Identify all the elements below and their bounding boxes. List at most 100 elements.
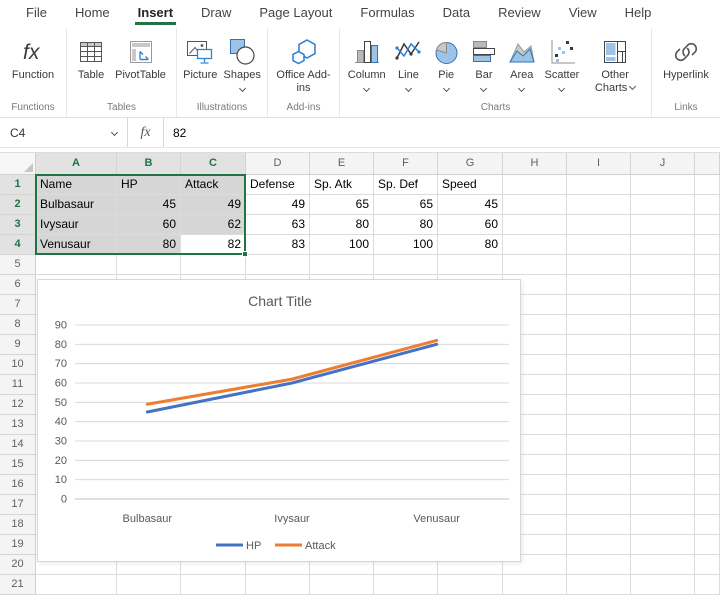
cell-H1[interactable] xyxy=(503,175,567,195)
column-button[interactable]: Column xyxy=(348,35,386,91)
tab-review[interactable]: Review xyxy=(484,0,555,28)
cell-I14[interactable] xyxy=(567,435,631,455)
column-header-partial[interactable] xyxy=(695,152,720,175)
cell-I9[interactable] xyxy=(567,335,631,355)
cell-D21[interactable] xyxy=(246,575,310,595)
cell-F4[interactable]: 100 xyxy=(374,235,438,255)
cell-A1[interactable]: Name xyxy=(36,175,117,195)
cell-J15[interactable] xyxy=(631,455,695,475)
cell-A2[interactable]: Bulbasaur xyxy=(36,195,117,215)
cell-E3[interactable]: 80 xyxy=(310,215,374,235)
cell-x4[interactable] xyxy=(695,235,720,255)
function-button[interactable]: fxFunction xyxy=(12,35,54,82)
cell-I21[interactable] xyxy=(567,575,631,595)
cell-J4[interactable] xyxy=(631,235,695,255)
row-header-1[interactable]: 1 xyxy=(0,175,36,195)
cell-x1[interactable] xyxy=(695,175,720,195)
select-all-corner[interactable] xyxy=(0,152,36,175)
cell-C3[interactable]: 62 xyxy=(181,215,246,235)
cell-G21[interactable] xyxy=(438,575,503,595)
row-header-6[interactable]: 6 xyxy=(0,275,36,295)
cell-I6[interactable] xyxy=(567,275,631,295)
row-header-11[interactable]: 11 xyxy=(0,375,36,395)
cell-G4[interactable]: 80 xyxy=(438,235,503,255)
cell-A3[interactable]: Ivysaur xyxy=(36,215,117,235)
row-header-2[interactable]: 2 xyxy=(0,195,36,215)
cell-J9[interactable] xyxy=(631,335,695,355)
cell-x17[interactable] xyxy=(695,495,720,515)
cell-I8[interactable] xyxy=(567,315,631,335)
column-header-i[interactable]: I xyxy=(567,152,631,175)
cell-I2[interactable] xyxy=(567,195,631,215)
cell-B21[interactable] xyxy=(117,575,181,595)
cell-D5[interactable] xyxy=(246,255,310,275)
row-header-21[interactable]: 21 xyxy=(0,575,36,595)
cell-I4[interactable] xyxy=(567,235,631,255)
cell-I18[interactable] xyxy=(567,515,631,535)
cell-C5[interactable] xyxy=(181,255,246,275)
cell-J11[interactable] xyxy=(631,375,695,395)
cell-x12[interactable] xyxy=(695,395,720,415)
cell-x21[interactable] xyxy=(695,575,720,595)
cell-H3[interactable] xyxy=(503,215,567,235)
row-header-16[interactable]: 16 xyxy=(0,475,36,495)
cell-J1[interactable] xyxy=(631,175,695,195)
insert-function-icon[interactable]: fx xyxy=(128,118,164,147)
cell-x14[interactable] xyxy=(695,435,720,455)
pivottable-button[interactable]: PivotTable xyxy=(115,35,166,82)
cell-I13[interactable] xyxy=(567,415,631,435)
cell-J19[interactable] xyxy=(631,535,695,555)
cell-x8[interactable] xyxy=(695,315,720,335)
cell-J5[interactable] xyxy=(631,255,695,275)
line-button[interactable]: Line xyxy=(393,35,423,91)
row-header-13[interactable]: 13 xyxy=(0,415,36,435)
row-header-14[interactable]: 14 xyxy=(0,435,36,455)
cell-F5[interactable] xyxy=(374,255,438,275)
tab-insert[interactable]: Insert xyxy=(124,0,187,28)
shapes-button[interactable]: Shapes xyxy=(224,35,261,91)
cell-D1[interactable]: Defense xyxy=(246,175,310,195)
cell-H4[interactable] xyxy=(503,235,567,255)
cell-A4[interactable]: Venusaur xyxy=(36,235,117,255)
cell-x15[interactable] xyxy=(695,455,720,475)
column-header-d[interactable]: D xyxy=(246,152,310,175)
cell-G2[interactable]: 45 xyxy=(438,195,503,215)
cell-E5[interactable] xyxy=(310,255,374,275)
column-header-f[interactable]: F xyxy=(374,152,438,175)
cell-x5[interactable] xyxy=(695,255,720,275)
cell-x18[interactable] xyxy=(695,515,720,535)
column-header-e[interactable]: E xyxy=(310,152,374,175)
area-button[interactable]: Area xyxy=(507,35,537,91)
cell-B3[interactable]: 60 xyxy=(117,215,181,235)
bar-button[interactable]: Bar xyxy=(469,35,499,91)
tab-data[interactable]: Data xyxy=(429,0,484,28)
cell-E2[interactable]: 65 xyxy=(310,195,374,215)
cell-J2[interactable] xyxy=(631,195,695,215)
cell-x3[interactable] xyxy=(695,215,720,235)
cell-C21[interactable] xyxy=(181,575,246,595)
cell-J14[interactable] xyxy=(631,435,695,455)
cell-I5[interactable] xyxy=(567,255,631,275)
cell-B2[interactable]: 45 xyxy=(117,195,181,215)
cell-x10[interactable] xyxy=(695,355,720,375)
row-header-12[interactable]: 12 xyxy=(0,395,36,415)
cell-J3[interactable] xyxy=(631,215,695,235)
name-box[interactable]: C4 xyxy=(0,118,128,147)
tab-help[interactable]: Help xyxy=(611,0,666,28)
cell-I1[interactable] xyxy=(567,175,631,195)
column-header-b[interactable]: B xyxy=(117,152,181,175)
cell-J13[interactable] xyxy=(631,415,695,435)
office-add-ins-button[interactable]: Office Add-ins xyxy=(276,35,332,95)
cell-x20[interactable] xyxy=(695,555,720,575)
formula-input[interactable] xyxy=(164,118,720,147)
cell-I7[interactable] xyxy=(567,295,631,315)
tab-view[interactable]: View xyxy=(555,0,611,28)
cell-D2[interactable]: 49 xyxy=(246,195,310,215)
cell-x11[interactable] xyxy=(695,375,720,395)
cell-I11[interactable] xyxy=(567,375,631,395)
cell-I17[interactable] xyxy=(567,495,631,515)
cell-J10[interactable] xyxy=(631,355,695,375)
cell-D4[interactable]: 83 xyxy=(246,235,310,255)
cell-D3[interactable]: 63 xyxy=(246,215,310,235)
tab-file[interactable]: File xyxy=(12,0,61,28)
